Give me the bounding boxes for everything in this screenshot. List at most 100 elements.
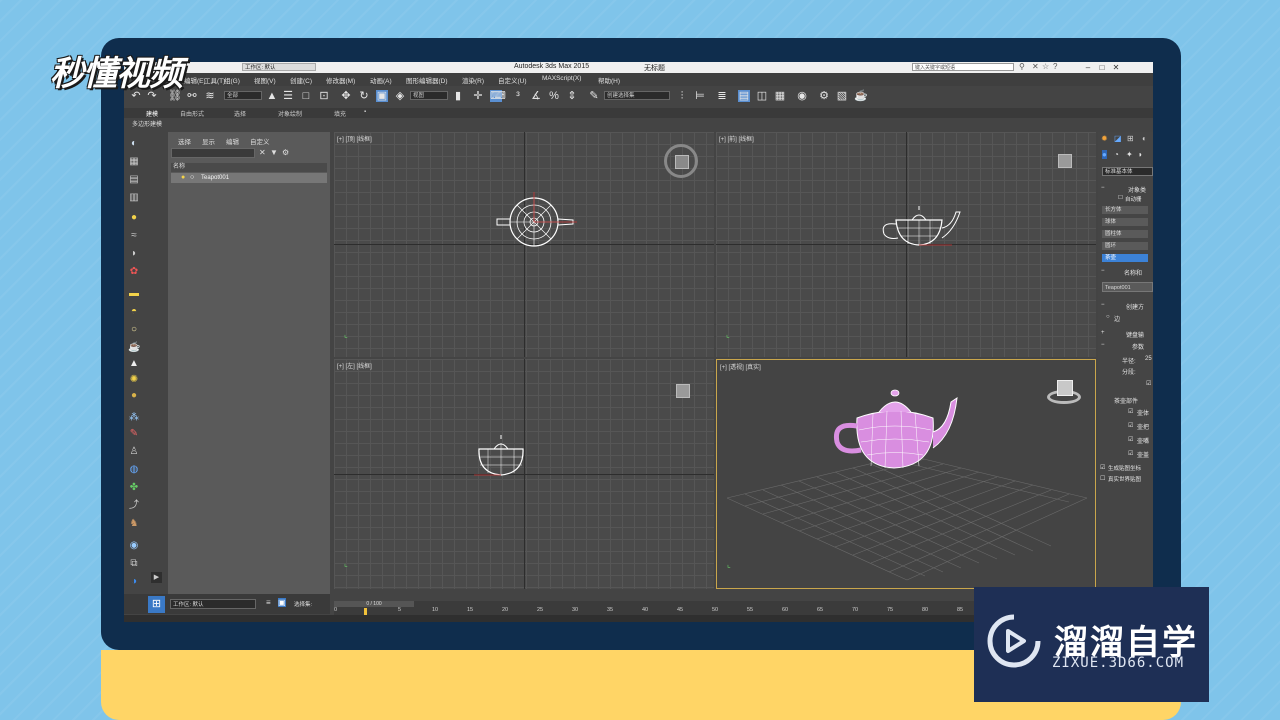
creation-method-title[interactable]: 创建方 <box>1126 302 1144 311</box>
hierarchy-tab-icon[interactable]: ⊞ <box>1127 134 1134 143</box>
bones-icon[interactable]: ♙ <box>128 446 140 458</box>
scene-search-input[interactable] <box>171 148 255 158</box>
layer-manager-icon[interactable]: ≣ <box>716 90 728 102</box>
light-bulb-icon[interactable]: ● <box>128 212 140 224</box>
torus-button[interactable]: 圆环 <box>1102 242 1148 250</box>
layers-icon[interactable]: ≡ <box>266 598 271 607</box>
unlink-icon[interactable]: ⚯ <box>186 90 198 102</box>
minimize-button[interactable]: – <box>1082 62 1094 73</box>
scene-tab-customize[interactable]: 自定义 <box>250 136 270 146</box>
foliage-icon[interactable]: ✤ <box>128 482 140 494</box>
globe-icon[interactable]: ◍ <box>128 464 140 476</box>
box-icon[interactable]: ▬ <box>128 288 140 300</box>
rollout-minus-icon[interactable]: − <box>1101 268 1105 274</box>
options-icon[interactable]: ⚙ <box>282 148 289 157</box>
category-dropdown[interactable]: 标准基本体 <box>1102 167 1153 176</box>
workspace-select[interactable]: 工作区: 默认 <box>170 599 256 609</box>
shapes-icon[interactable]: ◔ <box>1114 150 1119 159</box>
viewcube[interactable] <box>675 155 689 169</box>
cone-icon[interactable]: ▲ <box>128 358 140 370</box>
spinner-snap-icon[interactable]: ⇕ <box>566 90 578 102</box>
time-marker[interactable] <box>364 608 367 615</box>
shapes-icon[interactable]: ≈ <box>128 230 140 242</box>
menu-modifiers[interactable]: 修改器(M) <box>326 75 355 85</box>
snap-toggle-icon[interactable]: ³ <box>512 90 524 102</box>
handle-checkbox[interactable]: ☑ <box>1128 422 1133 429</box>
body-checkbox[interactable]: ☑ <box>1128 408 1133 415</box>
star-icon[interactable]: ☆ <box>1042 62 1049 71</box>
table-icon[interactable]: ▥ <box>128 192 140 204</box>
search-icon[interactable]: ⚲ <box>1019 62 1025 71</box>
scale-icon[interactable]: ▣ <box>376 90 388 102</box>
scene-item[interactable]: ● ○ Teapot001 <box>171 173 327 183</box>
viewcube[interactable] <box>676 384 690 398</box>
scene-tab-display[interactable]: 显示 <box>202 136 215 146</box>
list-icon[interactable]: ▤ <box>128 174 140 186</box>
search-input[interactable]: 键入关键字或短语 <box>912 63 1014 71</box>
bind-spacewarp-icon[interactable]: ≋ <box>204 90 216 102</box>
sun-icon[interactable]: ✺ <box>128 374 140 386</box>
helpers-icon[interactable]: ✿ <box>128 266 140 278</box>
rollout-minus-icon[interactable]: − <box>1101 302 1105 308</box>
help-icon[interactable]: ? <box>1053 62 1057 71</box>
selection-filter-dropdown[interactable]: 全部 <box>224 91 262 100</box>
rollout-plus-icon[interactable]: + <box>1101 330 1105 336</box>
viewport-layout-icon[interactable]: ⊞ <box>148 596 165 613</box>
tab-selection[interactable]: 选择 <box>234 109 246 118</box>
name-color-title[interactable]: 名称和 <box>1124 268 1142 277</box>
menu-edit[interactable]: 编辑(E) <box>184 75 206 85</box>
radius-value[interactable]: 25 <box>1145 356 1152 362</box>
schematic-view-icon[interactable]: ▦ <box>774 90 786 102</box>
menu-graph-editors[interactable]: 图形编辑器(D) <box>406 75 448 85</box>
clear-icon[interactable]: ✕ <box>259 148 266 157</box>
render-icon[interactable]: ☕ <box>854 90 868 102</box>
ribbon-options-icon[interactable]: ▪ <box>364 109 366 115</box>
box-button[interactable]: 长方体 <box>1102 206 1148 214</box>
keyboard-entry-title[interactable]: 键盘输 <box>1126 330 1144 339</box>
material-editor-icon[interactable]: ◉ <box>796 90 808 102</box>
viewcube[interactable] <box>1058 154 1072 168</box>
viewcube-ring[interactable] <box>664 144 698 178</box>
geometry-icon[interactable]: ● <box>1102 150 1107 159</box>
teapot-button[interactable]: 茶壶 <box>1102 254 1148 262</box>
torus-icon[interactable]: ○ <box>128 324 140 336</box>
expand-arrow-icon[interactable]: ▶ <box>151 572 162 583</box>
maximize-button[interactable]: □ <box>1096 62 1108 73</box>
tab-freeform[interactable]: 自由形式 <box>180 109 204 118</box>
viewcube[interactable] <box>1057 380 1073 396</box>
rendered-frame-icon[interactable]: ▧ <box>836 90 848 102</box>
sphere-button[interactable]: 球体 <box>1102 218 1148 226</box>
viewcube-perspective[interactable] <box>1047 380 1081 404</box>
mirror-icon[interactable]: ⫶ <box>676 90 688 102</box>
pivot-icon[interactable]: ▮ <box>452 90 464 102</box>
menu-create[interactable]: 创建(C) <box>290 75 312 85</box>
menu-maxscript[interactable]: MAXScript(X) <box>542 75 581 82</box>
time-slider[interactable]: 0 / 100 <box>334 601 414 607</box>
viewport-label[interactable]: [+] [顶] [线框] <box>337 134 372 143</box>
menu-animation[interactable]: 动画(A) <box>370 75 392 85</box>
menu-customize[interactable]: 自定义(U) <box>498 75 527 85</box>
workspace-dropdown[interactable]: 工作区: 默认 <box>242 63 316 71</box>
tab-modeling[interactable]: 建模 <box>146 109 158 118</box>
teapot-icon[interactable]: ☕ <box>128 342 140 354</box>
menu-rendering[interactable]: 渲染(R) <box>462 75 484 85</box>
viewport-label[interactable]: [+] [前] [线框] <box>719 134 754 143</box>
selection-icon[interactable]: ◑ <box>128 576 140 588</box>
scene-tab-select[interactable]: 选择 <box>178 136 191 146</box>
viewport-left[interactable]: [+] [左] [线框] ⌞ <box>334 359 714 589</box>
tab-object-paint[interactable]: 对象绘制 <box>278 109 302 118</box>
cylinder-button[interactable]: 圆柱体 <box>1102 230 1148 238</box>
lights-icon[interactable]: ✦ <box>1126 150 1133 159</box>
filter-icon[interactable]: ▼ <box>270 148 278 157</box>
motion-tab-icon[interactable]: ◐ <box>1142 134 1147 143</box>
percent-snap-icon[interactable]: % <box>548 90 560 102</box>
align-icon[interactable]: ⊨ <box>694 90 706 102</box>
dynamics-icon[interactable]: ✎ <box>128 428 140 440</box>
select-manipulate-icon[interactable]: ✛ <box>472 90 484 102</box>
smooth-checkbox[interactable]: ☑ <box>1146 380 1151 387</box>
select-by-name-icon[interactable]: ☰ <box>282 90 294 102</box>
scene-tab-edit[interactable]: 编辑 <box>226 136 239 146</box>
biped-icon[interactable]: ♞ <box>128 518 140 530</box>
menu-tools[interactable]: 工具(T) <box>204 75 225 85</box>
autogrid-checkbox[interactable]: ☐ <box>1118 195 1123 201</box>
